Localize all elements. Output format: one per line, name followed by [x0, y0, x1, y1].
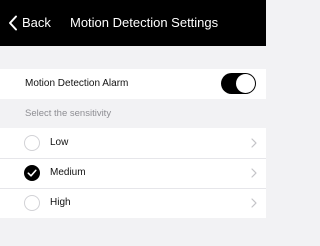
chevron-right-icon: [251, 198, 257, 208]
checkmark-icon: [24, 165, 40, 181]
sensitivity-option-low[interactable]: Low: [0, 128, 266, 158]
option-label: Low: [50, 137, 69, 148]
back-label: Back: [22, 15, 51, 30]
option-label: High: [50, 197, 71, 208]
sensitivity-options: Low Medium High: [0, 128, 266, 218]
chevron-right-icon: [251, 168, 257, 178]
chevron-right-icon: [251, 138, 257, 148]
chevron-left-icon: [8, 15, 18, 31]
sensitivity-section-header: Select the sensitivity: [0, 99, 266, 128]
bottom-background: [0, 218, 266, 246]
option-label: Medium: [50, 167, 86, 178]
radio-unchecked-icon[interactable]: [24, 135, 40, 151]
sensitivity-option-medium[interactable]: Medium: [0, 158, 266, 188]
toggle-knob: [236, 74, 255, 93]
page-title: Motion Detection Settings: [70, 15, 219, 30]
sensitivity-header-label: Select the sensitivity: [25, 108, 112, 119]
top-spacer: [0, 46, 266, 69]
radio-checked-icon[interactable]: [24, 165, 40, 181]
motion-alarm-row: Motion Detection Alarm: [0, 69, 266, 99]
motion-alarm-label: Motion Detection Alarm: [25, 78, 129, 89]
radio-unchecked-icon[interactable]: [24, 195, 40, 211]
motion-alarm-toggle[interactable]: [221, 73, 256, 94]
navigation-bar: Back Motion Detection Settings: [0, 0, 266, 46]
sensitivity-option-high[interactable]: High: [0, 188, 266, 218]
back-button[interactable]: Back: [8, 13, 51, 33]
